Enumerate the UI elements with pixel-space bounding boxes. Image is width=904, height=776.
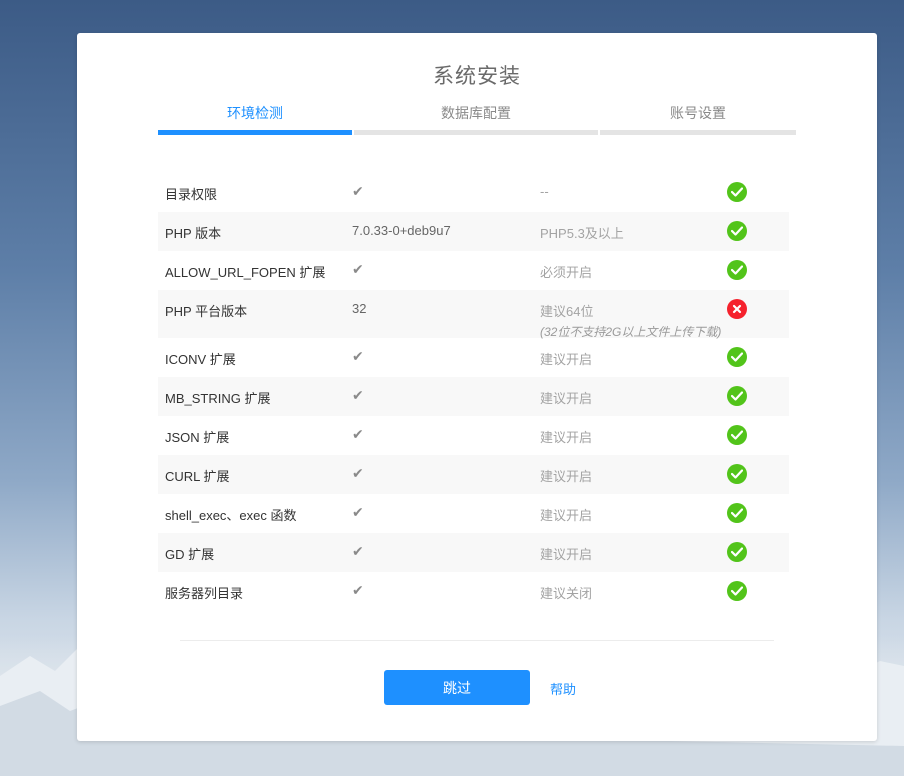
status-ok-icon — [727, 260, 747, 280]
install-dialog: 系统安装 环境检测 数据库配置 账号设置 目录权限 ✔ -- PHP 版本 7.… — [77, 33, 877, 741]
status-error-icon — [727, 299, 747, 319]
check-icon: ✔ — [352, 543, 364, 559]
tab-account-settings[interactable]: 账号设置 — [600, 95, 796, 135]
check-item-name: CURL 扩展 — [165, 469, 230, 484]
table-row: 目录权限 ✔ -- — [158, 173, 789, 212]
check-icon: ✔ — [352, 261, 364, 277]
status-ok-icon — [727, 221, 747, 241]
status-ok-icon — [727, 581, 747, 601]
check-item-name: ICONV 扩展 — [165, 352, 236, 367]
tab-progress-bar — [600, 130, 796, 135]
skip-button[interactable]: 跳过 — [384, 670, 530, 705]
check-item-name: ALLOW_URL_FOPEN 扩展 — [165, 265, 326, 280]
step-tabs: 环境检测 数据库配置 账号设置 — [158, 95, 796, 135]
tab-progress-bar — [158, 130, 352, 135]
check-icon: ✔ — [352, 387, 364, 403]
requirement-text: 建议开启 — [540, 469, 593, 484]
help-link[interactable]: 帮助 — [550, 679, 576, 698]
env-check-table: 目录权限 ✔ -- PHP 版本 7.0.33-0+deb9u7 PHP5.3及… — [158, 173, 789, 611]
check-item-name: 服务器列目录 — [165, 586, 244, 601]
check-item-name: MB_STRING 扩展 — [165, 391, 271, 406]
check-item-name: 目录权限 — [165, 187, 218, 202]
check-icon: ✔ — [352, 183, 364, 199]
status-ok-icon — [727, 386, 747, 406]
table-row: ALLOW_URL_FOPEN 扩展 ✔ 必须开启 — [158, 251, 789, 290]
status-ok-icon — [727, 503, 747, 523]
check-icon: ✔ — [352, 426, 364, 442]
requirement-text: 建议64位 — [540, 304, 594, 319]
requirement-text: PHP5.3及以上 — [540, 226, 624, 241]
table-row: CURL 扩展 ✔ 建议开启 — [158, 455, 789, 494]
requirement-text: 建议关闭 — [540, 586, 593, 601]
tab-progress-bar — [354, 130, 598, 135]
page-title: 系统安装 — [433, 65, 521, 88]
tab-label: 环境检测 — [227, 105, 283, 121]
tab-database-config[interactable]: 数据库配置 — [354, 95, 598, 135]
check-item-name: PHP 平台版本 — [165, 304, 248, 319]
status-ok-icon — [727, 182, 747, 202]
table-row: PHP 平台版本 32 建议64位 (32位不支持2G以上文件上传下载) — [158, 290, 789, 340]
current-value: 7.0.33-0+deb9u7 — [352, 223, 451, 238]
table-row: shell_exec、exec 函数 ✔ 建议开启 — [158, 494, 789, 533]
status-ok-icon — [727, 425, 747, 445]
requirement-text: 建议开启 — [540, 508, 593, 523]
status-ok-icon — [727, 464, 747, 484]
check-item-name: JSON 扩展 — [165, 430, 230, 445]
table-row: JSON 扩展 ✔ 建议开启 — [158, 416, 789, 455]
tab-env-check[interactable]: 环境检测 — [158, 95, 352, 135]
check-icon: ✔ — [352, 582, 364, 598]
check-icon: ✔ — [352, 348, 364, 364]
status-ok-icon — [727, 347, 747, 367]
check-icon: ✔ — [352, 465, 364, 481]
requirement-text: 建议开启 — [540, 391, 593, 406]
requirement-text: 建议开启 — [540, 430, 593, 445]
current-value: 32 — [352, 301, 367, 316]
table-row: GD 扩展 ✔ 建议开启 — [158, 533, 789, 572]
requirement-text: 建议开启 — [540, 547, 593, 562]
tab-label: 账号设置 — [670, 105, 726, 121]
check-item-name: shell_exec、exec 函数 — [165, 508, 297, 523]
status-ok-icon — [727, 542, 747, 562]
table-row: ICONV 扩展 ✔ 建议开启 — [158, 338, 789, 377]
check-item-name: PHP 版本 — [165, 226, 222, 241]
divider — [180, 640, 774, 641]
table-row: PHP 版本 7.0.33-0+deb9u7 PHP5.3及以上 — [158, 212, 789, 251]
requirement-text: 必须开启 — [540, 265, 593, 280]
requirement-cell: 建议64位 (32位不支持2G以上文件上传下载) — [540, 301, 721, 340]
requirement-text: -- — [540, 184, 549, 199]
tab-label: 数据库配置 — [441, 105, 511, 121]
table-row: 服务器列目录 ✔ 建议关闭 — [158, 572, 789, 611]
table-row: MB_STRING 扩展 ✔ 建议开启 — [158, 377, 789, 416]
check-icon: ✔ — [352, 504, 364, 520]
requirement-text: 建议开启 — [540, 352, 593, 367]
check-item-name: GD 扩展 — [165, 547, 215, 562]
